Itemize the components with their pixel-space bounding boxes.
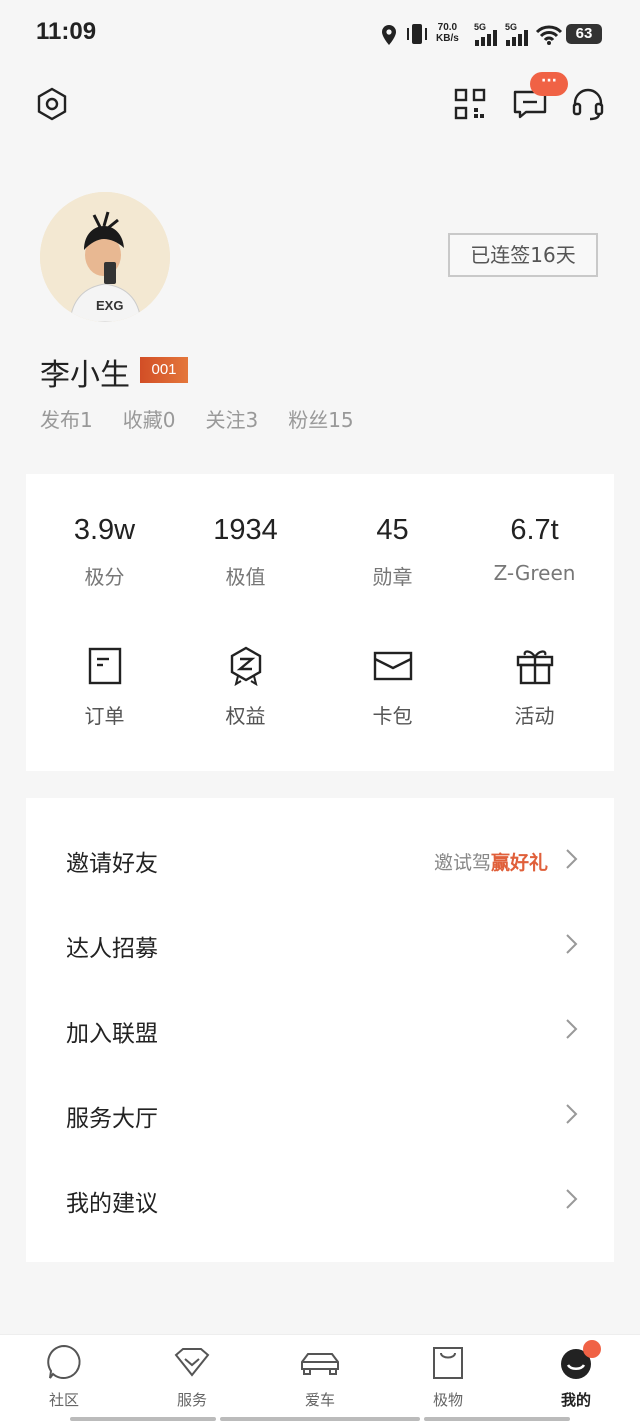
svg-text:EXG: EXG	[96, 298, 123, 313]
car-icon	[301, 1353, 339, 1375]
order-icon	[88, 647, 121, 685]
stat-favorites[interactable]: 收藏0	[123, 404, 176, 433]
metric-points[interactable]: 3.9w 极分	[31, 514, 178, 590]
avatar-image: EXG	[40, 192, 170, 322]
chevron-right-icon	[566, 849, 578, 869]
nav-shop[interactable]: 极物	[398, 1343, 498, 1410]
notification-dot	[583, 1340, 601, 1358]
quick-activities[interactable]: 活动	[461, 646, 608, 729]
nav-car[interactable]: 爱车	[270, 1343, 370, 1410]
metric-value[interactable]: 1934 极值	[172, 514, 319, 590]
chevron-right-icon	[566, 1189, 578, 1209]
signal-icon	[475, 30, 497, 46]
avatar[interactable]: EXG	[40, 192, 170, 322]
menu-creator-recruitment[interactable]: 达人招募	[26, 903, 614, 988]
community-icon	[47, 1344, 81, 1379]
nav-indicator	[70, 1417, 216, 1421]
gift-icon	[516, 650, 553, 685]
metric-z-green[interactable]: 6.7t Z-Green	[461, 514, 608, 585]
message-badge: ···	[530, 72, 568, 96]
network-speed: 70.0 KB/s	[436, 22, 459, 44]
menu-service-hall[interactable]: 服务大厅	[26, 1073, 614, 1158]
shop-bag-icon	[433, 1347, 463, 1379]
metric-medals[interactable]: 45 勋章	[319, 514, 466, 590]
stat-followers[interactable]: 粉丝15	[288, 404, 353, 433]
nav-service[interactable]: 服务	[142, 1343, 242, 1410]
signal-icon	[506, 30, 528, 46]
nav-community[interactable]: 社区	[14, 1343, 114, 1410]
location-icon	[382, 25, 396, 45]
level-badge: 001	[140, 357, 188, 383]
qr-code-icon[interactable]	[452, 86, 488, 122]
quick-benefits[interactable]: 权益	[172, 646, 319, 729]
checkin-streak-button[interactable]: 已连签16天	[448, 233, 598, 277]
menu-invite-friends[interactable]: 邀请好友 邀试驾赢好礼	[26, 818, 614, 903]
bottom-nav: 社区 服务 爱车 极物 我的	[0, 1334, 640, 1423]
service-icon	[174, 1348, 210, 1377]
vibrate-icon	[407, 24, 427, 44]
invite-promo: 邀试驾赢好礼	[433, 852, 548, 874]
nav-indicator	[424, 1417, 570, 1421]
customer-service-icon[interactable]	[570, 86, 606, 122]
menu-join-alliance[interactable]: 加入联盟	[26, 988, 614, 1073]
status-bar: 11:09 70.0 KB/s 5G 5G 63	[0, 0, 640, 70]
settings-icon[interactable]	[34, 86, 70, 122]
chevron-right-icon	[566, 934, 578, 954]
account-summary-card: 3.9w 极分 1934 极值 45 勋章 6.7t Z-Green 订单 权益…	[26, 474, 614, 771]
stat-posts[interactable]: 发布1	[40, 404, 93, 433]
battery-indicator: 63	[566, 24, 602, 44]
stat-following[interactable]: 关注3	[205, 404, 258, 433]
nav-profile[interactable]: 我的	[526, 1340, 626, 1410]
username: 李小生	[40, 358, 130, 393]
benefits-icon	[230, 646, 261, 686]
quick-wallet[interactable]: 卡包	[319, 646, 466, 729]
status-time: 11:09	[36, 18, 97, 45]
menu-suggestions[interactable]: 我的建议	[26, 1158, 614, 1243]
wifi-icon	[535, 25, 563, 45]
nav-indicator	[220, 1417, 420, 1421]
wallet-icon	[373, 651, 412, 681]
profile-stats: 发布1 收藏0 关注3 粉丝15	[40, 404, 354, 433]
chevron-right-icon	[566, 1019, 578, 1039]
chevron-right-icon	[566, 1104, 578, 1124]
menu-card: 邀请好友 邀试驾赢好礼 达人招募 加入联盟 服务大厅 我的建议	[26, 798, 614, 1262]
quick-orders[interactable]: 订单	[31, 646, 178, 729]
